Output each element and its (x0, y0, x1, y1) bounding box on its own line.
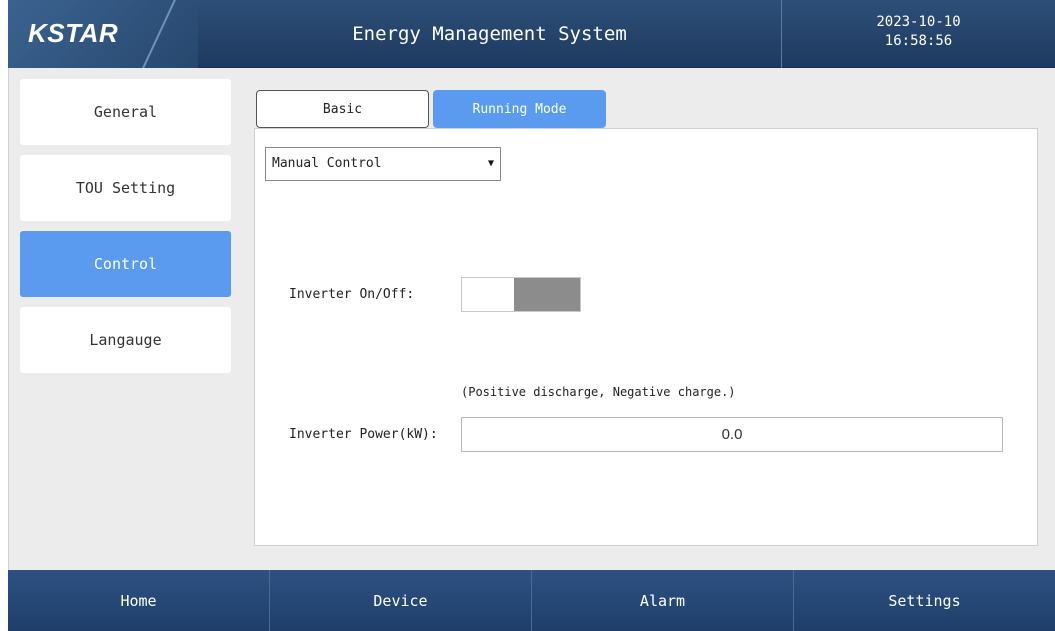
nav-alarm[interactable]: Alarm (532, 570, 794, 631)
sidebar-item-label: TOU Setting (75, 179, 176, 197)
header-bar: KSTAR Energy Management System 2023-10-1… (8, 0, 1055, 68)
kstar-logo: KSTAR (28, 18, 119, 48)
sidebar-item-label: Control (93, 255, 158, 273)
sidebar-item-language[interactable]: Langauge (20, 307, 231, 373)
clock-time: 16:58:56 (884, 33, 953, 49)
inverter-onoff-label: Inverter On/Off: (289, 287, 415, 302)
nav-device[interactable]: Device (270, 570, 532, 631)
dropdown-arrow-icon: ▼ (487, 158, 494, 169)
main-area: General TOU Setting Control Langauge Bas… (8, 68, 1055, 570)
nav-settings[interactable]: Settings (794, 570, 1055, 631)
bottom-nav: Home Device Alarm Settings (8, 570, 1055, 631)
clock-date: 2023-10-10 (876, 14, 961, 30)
inverter-power-input[interactable]: 0.0 (461, 417, 1003, 452)
power-sign-hint: (Positive discharge, Negative charge.) (461, 385, 736, 399)
app-title: Energy Management System (352, 23, 627, 45)
logo-divider (141, 0, 177, 68)
toggle-knob (514, 278, 580, 311)
sidebar-item-label: General (93, 103, 158, 121)
logo-area: KSTAR (8, 0, 198, 68)
inverter-onoff-toggle[interactable] (461, 277, 581, 312)
control-mode-value: Manual Control (272, 156, 382, 171)
sidebar-item-control[interactable]: Control (20, 231, 231, 297)
sidebar-item-label: Langauge (89, 331, 162, 349)
inverter-power-label: Inverter Power(kW): (289, 427, 438, 442)
tab-basic[interactable]: Basic (256, 90, 429, 128)
control-mode-select[interactable]: Manual Control ▼ (265, 147, 501, 181)
clock: 2023-10-10 16:58:56 (781, 0, 1055, 68)
sidebar-item-tou-setting[interactable]: TOU Setting (20, 155, 231, 221)
tab-running-mode[interactable]: Running Mode (433, 90, 606, 128)
running-mode-panel: Manual Control ▼ Inverter On/Off: (Posit… (254, 128, 1038, 546)
nav-home[interactable]: Home (8, 570, 270, 631)
sidebar-item-general[interactable]: General (20, 79, 231, 145)
